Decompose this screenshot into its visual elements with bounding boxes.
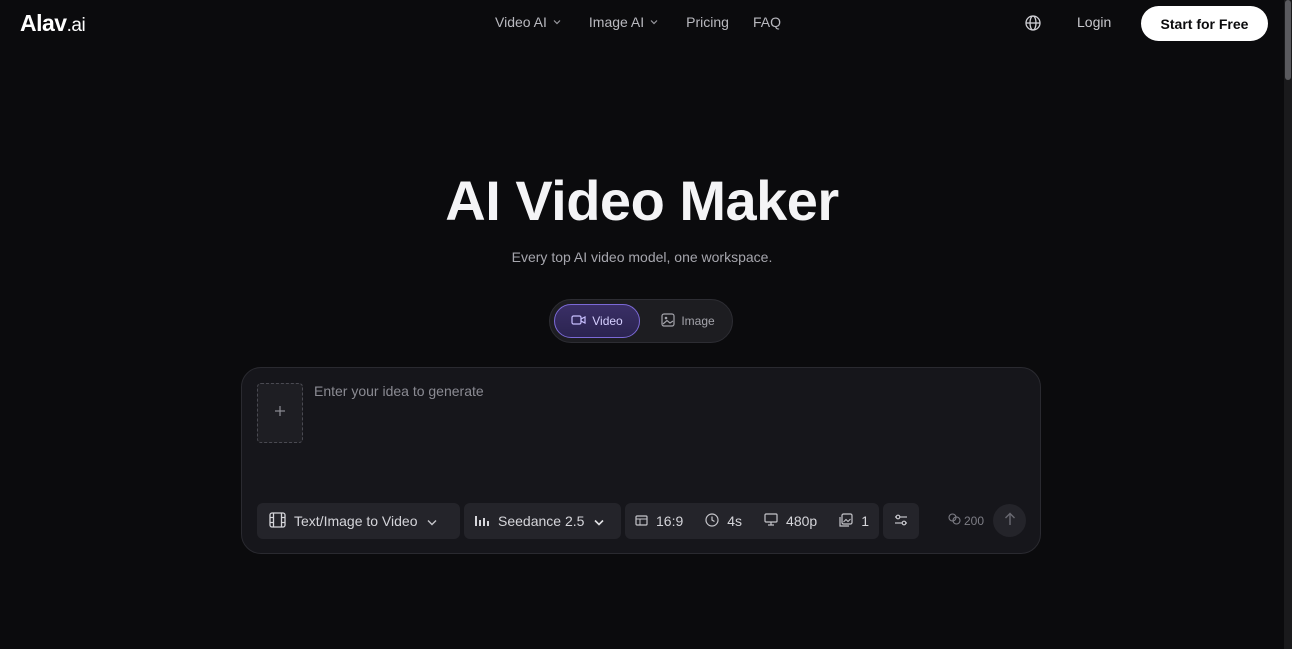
nav-pricing[interactable]: Pricing <box>686 14 729 30</box>
nav-video-ai[interactable]: Video AI <box>495 14 561 30</box>
mode-image-tab[interactable]: Image <box>648 304 728 338</box>
chevron-down-icon <box>594 513 604 529</box>
prompt-composer: Text/Image to Video Seedance 2.5 <box>241 367 1041 554</box>
nav-image-ai[interactable]: Image AI <box>589 14 658 30</box>
header: Alav.ai Video AI Image AI Pricing FAQ Lo… <box>0 0 1284 46</box>
login-link[interactable]: Login <box>1077 14 1111 30</box>
aspect-ratio-setting: 16:9 <box>635 513 683 529</box>
scrollbar-thumb[interactable] <box>1285 0 1291 80</box>
page-scrollbar[interactable] <box>1284 0 1292 649</box>
count-setting: 1 <box>839 512 869 530</box>
model-bars-icon <box>474 513 490 530</box>
generation-mode-select[interactable]: Text/Image to Video <box>257 503 460 539</box>
clock-icon <box>705 512 719 530</box>
plus-icon <box>274 404 286 422</box>
upload-image-button[interactable] <box>257 383 303 443</box>
arrow-up-icon <box>1004 512 1016 529</box>
globe-icon[interactable] <box>1024 14 1042 32</box>
model-select[interactable]: Seedance 2.5 <box>464 503 621 539</box>
chevron-down-icon <box>553 17 561 27</box>
main-nav: Video AI Image AI Pricing FAQ <box>495 14 805 30</box>
mode-toggle: Video Image <box>549 299 733 343</box>
film-icon <box>269 511 286 531</box>
video-settings-button[interactable]: 16:9 4s 480p 1 <box>625 503 879 539</box>
logo[interactable]: Alav.ai <box>20 10 86 37</box>
aspect-ratio-icon <box>635 513 648 529</box>
duration-setting: 4s <box>705 512 742 530</box>
chevron-down-icon <box>650 17 658 27</box>
image-icon <box>661 312 675 330</box>
credit-cost: 200 <box>948 513 984 528</box>
prompt-input[interactable] <box>314 383 1014 483</box>
resolution-setting: 480p <box>764 513 817 529</box>
video-camera-icon <box>571 314 586 329</box>
page-subtitle: Every top AI video model, one workspace. <box>511 249 773 265</box>
start-for-free-button[interactable]: Start for Free <box>1141 6 1268 41</box>
coins-icon <box>948 513 961 528</box>
mode-video-tab[interactable]: Video <box>554 304 640 338</box>
advanced-options-button[interactable] <box>883 503 919 539</box>
generate-button[interactable] <box>993 504 1026 537</box>
sliders-icon <box>894 513 908 529</box>
nav-faq[interactable]: FAQ <box>753 14 781 30</box>
images-stack-icon <box>839 512 853 530</box>
chevron-down-icon <box>427 513 437 529</box>
page-title: AI Video Maker <box>445 169 839 232</box>
monitor-icon <box>764 513 778 529</box>
